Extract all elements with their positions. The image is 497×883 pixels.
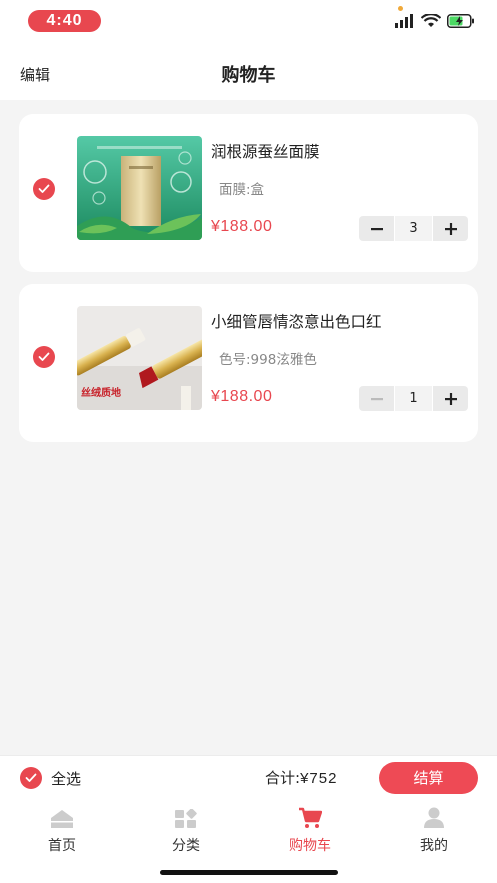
checkout-bar: 全选 合计:¥752 结算 (0, 755, 497, 799)
product-name[interactable]: 小细管唇情恣意出色口红 (211, 310, 382, 332)
cart-item: 丝绒质地 小细管唇情恣意出色口红 色号:998泫雅色 ¥188.00 1 (19, 284, 478, 442)
total-amount: ¥752 (300, 770, 338, 787)
profile-icon (394, 805, 474, 829)
checkmark-icon (38, 352, 50, 361)
increase-quantity-button[interactable] (433, 216, 468, 241)
total-price: 合计:¥752 (265, 767, 337, 788)
quantity-value[interactable]: 3 (395, 216, 432, 241)
product-spec: 面膜:盒 (219, 182, 265, 198)
battery-charging-icon (447, 13, 475, 32)
tab-label: 我的 (420, 838, 448, 854)
navigation-bar: 编辑 购物车 (0, 44, 497, 100)
plus-icon (444, 222, 457, 235)
product-price: ¥188.00 (211, 218, 273, 235)
wifi-icon (420, 12, 442, 32)
product-image-text: 丝绒质地 (81, 388, 121, 399)
item-checkbox[interactable] (33, 346, 55, 368)
item-checkbox[interactable] (33, 178, 55, 200)
minus-icon (370, 227, 383, 230)
decrease-quantity-button[interactable] (359, 216, 394, 241)
quantity-stepper: 3 (359, 216, 468, 241)
select-all-checkbox[interactable] (20, 767, 42, 789)
minus-icon (370, 397, 383, 400)
privacy-indicator-dot (398, 6, 403, 11)
category-icon (146, 805, 226, 829)
status-icons (395, 12, 475, 32)
tab-category[interactable]: 分类 (146, 805, 226, 855)
product-spec: 色号:998泫雅色 (219, 352, 317, 368)
plus-icon (444, 392, 457, 405)
status-bar: 4:40 (0, 0, 497, 44)
quantity-value[interactable]: 1 (395, 386, 432, 411)
product-image-lipstick[interactable]: 丝绒质地 (77, 306, 202, 410)
product-price: ¥188.00 (211, 388, 273, 405)
checkout-button[interactable]: 结算 (379, 762, 478, 794)
total-label: 合计: (265, 769, 301, 787)
checkmark-icon (38, 184, 50, 193)
page-title: 购物车 (221, 65, 276, 86)
home-indicator[interactable] (160, 870, 338, 875)
decrease-quantity-button[interactable] (359, 386, 394, 411)
status-time: 4:40 (28, 10, 101, 32)
tab-label: 首页 (48, 838, 76, 854)
cart-icon (270, 805, 350, 829)
increase-quantity-button[interactable] (433, 386, 468, 411)
tab-home[interactable]: 首页 (22, 805, 102, 855)
tab-label: 分类 (172, 838, 200, 854)
product-name[interactable]: 润根源蚕丝面膜 (211, 140, 320, 162)
checkmark-icon (25, 773, 37, 782)
home-icon (22, 805, 102, 829)
select-all-label[interactable]: 全选 (51, 768, 81, 789)
cart-item: 润根源蚕丝面膜 面膜:盒 ¥188.00 3 (19, 114, 478, 272)
tab-profile[interactable]: 我的 (394, 805, 474, 855)
quantity-stepper: 1 (359, 386, 468, 411)
cellular-signal-icon (395, 13, 415, 32)
tab-cart[interactable]: 购物车 (270, 805, 350, 855)
product-image-face-mask[interactable] (77, 136, 202, 240)
tab-label: 购物车 (289, 838, 331, 854)
